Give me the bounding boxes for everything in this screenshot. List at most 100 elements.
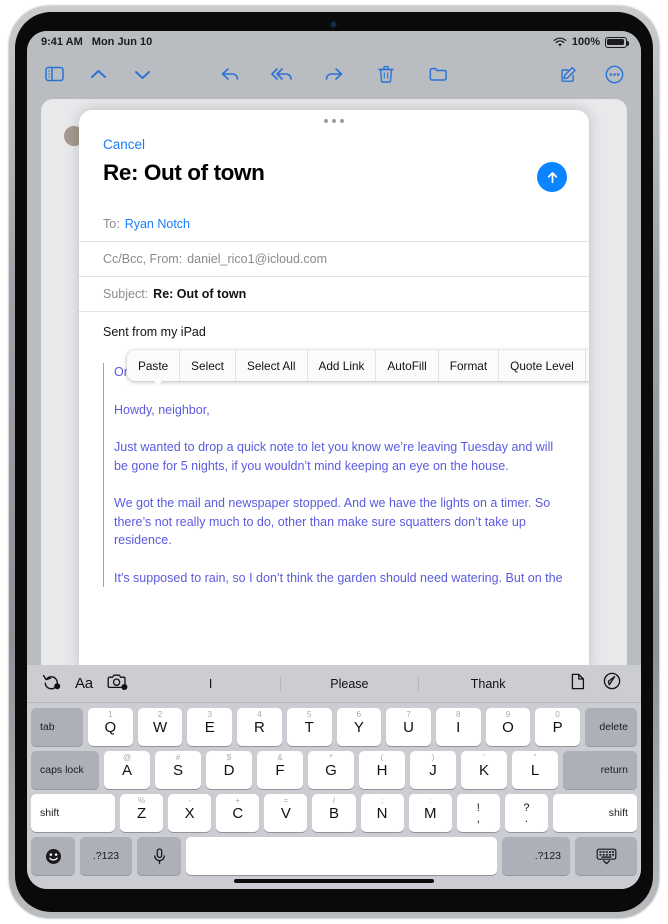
key-l[interactable]: ” L xyxy=(512,751,558,789)
forward-icon[interactable] xyxy=(321,61,347,87)
subject-field-value[interactable]: Re: Out of town xyxy=(153,287,246,301)
key-v-alt: = xyxy=(283,796,289,805)
cancel-button[interactable]: Cancel xyxy=(103,137,145,152)
key-v-label: V xyxy=(280,804,291,822)
key-z[interactable]: % Z xyxy=(120,794,164,832)
key-a-alt: @ xyxy=(122,753,132,762)
key-numbers-right[interactable]: .?123 xyxy=(502,837,570,875)
key-hide-keyboard[interactable] xyxy=(575,837,637,875)
sidebar-toggle-icon[interactable] xyxy=(41,61,67,87)
send-button[interactable] xyxy=(537,162,567,192)
key-emoji[interactable] xyxy=(31,837,75,875)
suggestion-3[interactable]: Thank xyxy=(419,677,557,691)
menu-item-select-all[interactable]: Select All xyxy=(236,350,308,381)
screen: 9:41 AM Mon Jun 10 100% Cancel Re: Out o… xyxy=(27,31,641,889)
recipient-fields: To: Ryan Notch Cc/Bcc, From: daniel_rico… xyxy=(79,207,589,312)
subject-field[interactable]: Subject: Re: Out of town xyxy=(79,277,589,312)
key-w-alt: 2 xyxy=(157,710,163,719)
key-u[interactable]: 7U xyxy=(386,708,431,746)
suggestion-2[interactable]: Please xyxy=(281,676,420,691)
key-w[interactable]: 2W xyxy=(137,708,183,746)
key-v[interactable]: = V xyxy=(264,794,308,832)
markup-icon[interactable] xyxy=(603,672,621,695)
menu-item-select[interactable]: Select xyxy=(180,350,236,381)
key-r-alt: 4 xyxy=(257,710,262,719)
key-n[interactable]: ; N xyxy=(360,794,404,832)
key-c[interactable]: + C xyxy=(216,794,260,832)
menu-item-format[interactable]: Format xyxy=(439,350,500,381)
key-o[interactable]: 9O xyxy=(485,708,531,746)
key-s[interactable]: # S xyxy=(155,751,201,789)
key-m[interactable]: :M xyxy=(408,794,452,832)
key-period-label: . xyxy=(524,812,528,825)
sheet-grabber-handle[interactable] xyxy=(324,119,344,123)
key-i[interactable]: 8I xyxy=(435,708,481,746)
menu-item-add-link[interactable]: Add Link xyxy=(308,350,377,381)
key-y[interactable]: 6Y xyxy=(336,708,382,746)
from-address-value[interactable]: daniel_rico1@icloud.com xyxy=(187,252,327,266)
camera-icon[interactable] xyxy=(107,673,128,695)
key-dictation[interactable] xyxy=(137,837,181,875)
key-u-label: U xyxy=(403,718,414,736)
key-comma[interactable]: !, xyxy=(456,794,500,832)
onscreen-keyboard: Aa I Please Thank tab 1 Q 2 W 3 E 4 R 5 … xyxy=(27,665,641,889)
quoted-line: Just wanted to drop a quick note to let … xyxy=(114,440,554,473)
edit-callout-menu: Paste Select Select All Add Link AutoFil… xyxy=(127,350,589,386)
trash-icon[interactable] xyxy=(373,61,399,87)
key-shift-left[interactable]: shift xyxy=(31,794,115,832)
key-numbers-left[interactable]: .?123 xyxy=(80,837,132,875)
key-p[interactable]: 0P xyxy=(535,708,581,746)
key-j[interactable]: ) J xyxy=(410,751,456,789)
undo-icon[interactable] xyxy=(42,673,61,695)
menu-next-page-icon[interactable]: › xyxy=(586,350,589,381)
next-message-icon[interactable] xyxy=(129,61,155,87)
to-field[interactable]: To: Ryan Notch xyxy=(79,207,589,242)
key-delete[interactable]: delete xyxy=(585,708,638,746)
previous-message-icon[interactable] xyxy=(85,61,111,87)
more-icon[interactable] xyxy=(601,61,627,87)
key-t[interactable]: 5T xyxy=(286,708,332,746)
folder-icon[interactable] xyxy=(425,61,451,87)
key-p-alt: 0 xyxy=(555,710,560,719)
key-return[interactable]: return xyxy=(563,751,637,789)
mail-toolbar-right xyxy=(555,61,641,87)
key-caps-lock[interactable]: caps lock xyxy=(31,751,99,789)
key-q[interactable]: 1Q xyxy=(87,708,133,746)
key-t-label: T xyxy=(304,718,314,736)
reply-all-icon[interactable] xyxy=(269,61,295,87)
key-tab[interactable]: tab xyxy=(30,708,83,746)
key-a[interactable]: @ A xyxy=(104,751,150,789)
key-x[interactable]: -X xyxy=(168,794,212,832)
key-g[interactable]: * G xyxy=(308,751,354,789)
predictive-left-icons: Aa xyxy=(27,673,128,695)
key-comma-label: , xyxy=(476,812,480,825)
menu-item-autofill[interactable]: AutoFill xyxy=(376,350,439,381)
key-n-alt: ; xyxy=(380,796,384,805)
reply-icon[interactable] xyxy=(217,61,243,87)
key-e[interactable]: 3E xyxy=(187,708,233,746)
key-period[interactable]: ?. xyxy=(504,794,548,832)
key-z-alt: % xyxy=(137,796,146,805)
text-format-icon[interactable]: Aa xyxy=(75,675,93,692)
quoted-line: It's supposed to rain, so I don’t think … xyxy=(114,570,563,585)
key-r[interactable]: 4R xyxy=(237,708,282,746)
document-icon[interactable] xyxy=(571,673,585,695)
menu-item-quote-level[interactable]: Quote Level xyxy=(499,350,586,381)
home-indicator[interactable] xyxy=(234,879,434,883)
signature-text: Sent from my iPad xyxy=(103,325,206,339)
menu-item-paste[interactable]: Paste xyxy=(127,350,181,381)
cc-bcc-from-field[interactable]: Cc/Bcc, From: daniel_rico1@icloud.com xyxy=(79,242,589,277)
key-shift-right[interactable]: shift xyxy=(552,794,637,832)
predictive-bar: Aa I Please Thank xyxy=(27,665,641,703)
status-date: Mon Jun 10 xyxy=(91,36,153,48)
compose-icon[interactable] xyxy=(555,61,581,87)
key-c-label: C xyxy=(232,804,244,822)
key-h[interactable]: (H xyxy=(359,751,405,789)
key-f[interactable]: & F xyxy=(257,751,303,789)
key-d[interactable]: $ D xyxy=(206,751,252,789)
key-b[interactable]: / B xyxy=(312,794,356,832)
key-space[interactable] xyxy=(186,837,497,875)
to-field-value[interactable]: Ryan Notch xyxy=(125,217,190,231)
key-k[interactable]: ’ K xyxy=(461,751,507,789)
suggestion-1[interactable]: I xyxy=(142,676,281,691)
